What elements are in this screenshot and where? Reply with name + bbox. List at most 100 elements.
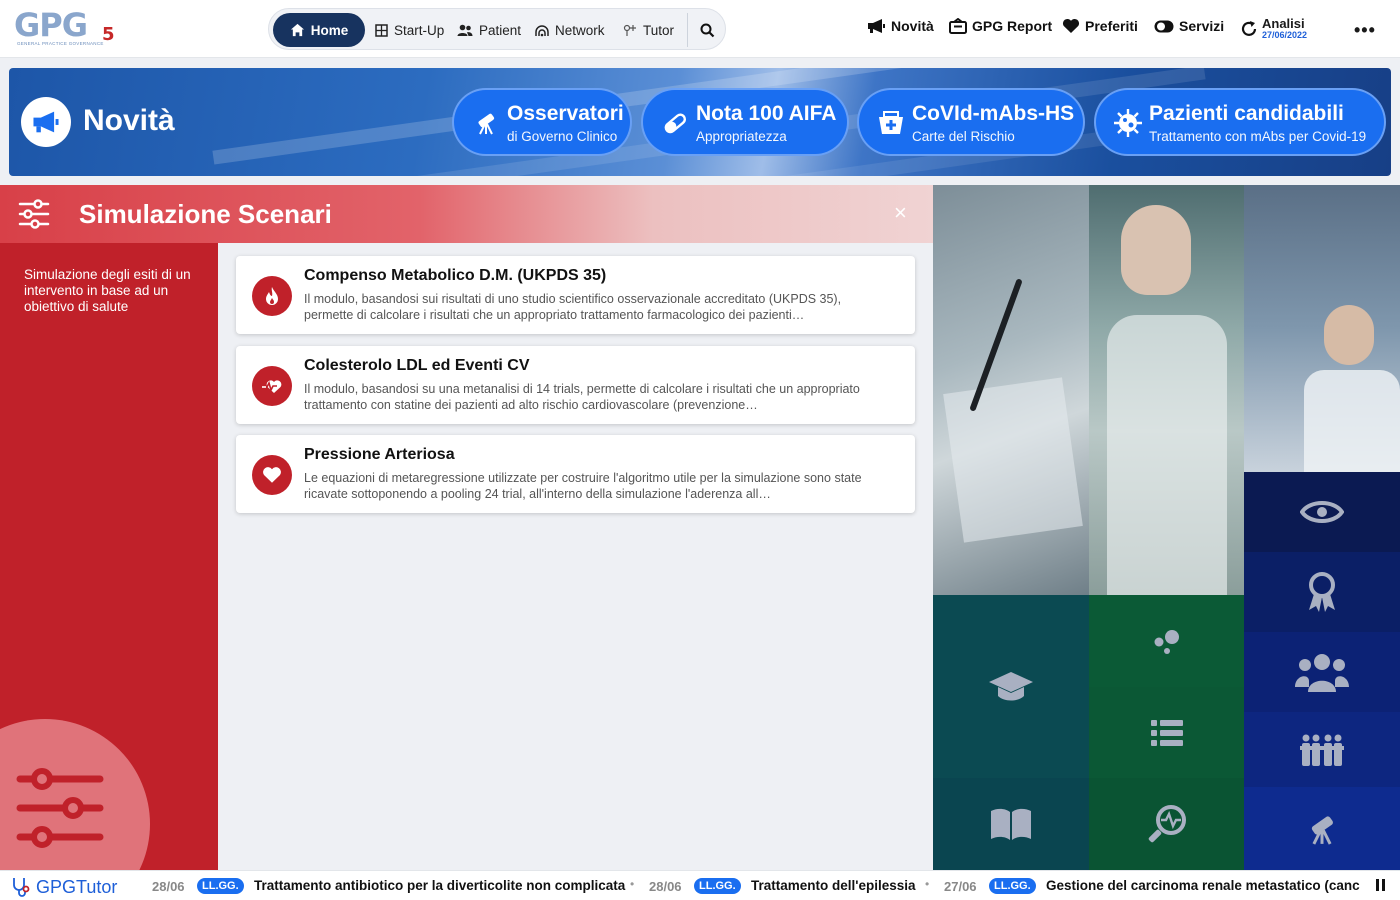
scenario-card[interactable]: Compenso Metabolico D.M. (UKPDS 35) Il m…	[236, 256, 915, 334]
book-icon	[991, 808, 1031, 840]
more-menu-button[interactable]: •••	[1354, 20, 1376, 41]
banner-pill-title: Nota 100 AIFA	[696, 102, 837, 125]
gpgtutor-logo[interactable]: GPGTutor	[10, 876, 117, 898]
nav-network[interactable]: Network	[535, 13, 605, 47]
megaphone-icon	[33, 111, 59, 133]
search-pulse-icon	[1148, 805, 1186, 843]
section-title: Simulazione Scenari	[79, 199, 332, 229]
tile-eye[interactable]	[1244, 472, 1400, 552]
doctors-photo	[1244, 185, 1400, 472]
banner-pill-title: CoVId-mAbs-HS	[912, 102, 1075, 125]
list-icon	[1150, 719, 1183, 746]
refresh-icon	[1241, 21, 1257, 36]
section-header: Simulazione Scenari ×	[0, 185, 933, 243]
nav-novita-label: Novità	[891, 18, 934, 34]
tile-library[interactable]	[933, 778, 1089, 870]
nav-startup-label: Start-Up	[394, 22, 445, 38]
report-icon	[949, 18, 967, 34]
ticker-badge: LL.GG.	[694, 878, 741, 894]
brand-text: GPGTutor	[36, 876, 118, 897]
close-button[interactable]: ×	[894, 202, 907, 224]
banner-pill-subtitle: Carte del Rischio	[912, 129, 1015, 144]
banner-nota-100[interactable]: Nota 100 AIFA Appropriatezza	[641, 88, 849, 156]
sliders-icon	[18, 199, 50, 229]
megaphone-icon	[868, 19, 885, 33]
tile-group[interactable]	[1244, 632, 1400, 712]
nav-tutor-label: Tutor	[643, 22, 675, 38]
nav-startup[interactable]: Start-Up	[375, 13, 444, 47]
banner-covid-mabs[interactable]: CoVId-mAbs-HS Carte del Rischio	[857, 88, 1085, 156]
scenario-card[interactable]: Colesterolo LDL ed Eventi CV Il modulo, …	[236, 346, 915, 424]
ticker-date: 28/06	[649, 879, 682, 894]
banner-osservatori[interactable]: Osservatori di Governo Clinico	[452, 88, 632, 156]
nav-gpg-report[interactable]: GPG Report	[949, 18, 1052, 34]
search-button[interactable]	[693, 13, 721, 47]
banner-pill-subtitle: Appropriatezza	[696, 129, 787, 144]
section-sidebar: Simulazione degli esiti di un intervento…	[0, 243, 218, 870]
news-ticker: GPGTutor 28/06 LL.GG. Trattamento antibi…	[0, 870, 1400, 900]
pause-button[interactable]	[1376, 879, 1385, 891]
tutor-icon	[623, 24, 636, 36]
search-icon	[700, 23, 714, 37]
flame-icon	[252, 276, 292, 316]
gpg-logo[interactable]: GPG 5 GENERAL PRACTICE GOVERNANCE	[14, 6, 116, 48]
tile-list[interactable]	[1089, 687, 1244, 778]
doctor-writing-photo	[933, 185, 1089, 595]
population-icon	[1300, 734, 1344, 766]
scenario-description: Il modulo, basandosi sui risultati di un…	[304, 292, 842, 322]
nav-tutor[interactable]: Tutor	[623, 13, 674, 47]
nav-home[interactable]: Home	[273, 13, 365, 47]
sliders-icon	[16, 768, 104, 848]
ticker-link[interactable]: Trattamento antibiotico per la divertico…	[254, 878, 625, 893]
stethoscope-icon	[13, 878, 30, 897]
ticker-separator: •	[925, 877, 930, 891]
banner-pazienti-candidabili[interactable]: Pazienti candidabili Trattamento con mAb…	[1094, 88, 1386, 156]
award-icon	[1309, 572, 1335, 612]
analisi-date: 27/06/2022	[1262, 30, 1308, 40]
top-navigation-bar: GPG 5 GENERAL PRACTICE GOVERNANCE Home S…	[0, 0, 1400, 58]
telescope-icon	[468, 105, 504, 141]
heart-pulse-icon	[252, 366, 292, 406]
grid-icon	[375, 23, 388, 37]
nav-preferiti[interactable]: Preferiti	[1062, 18, 1138, 34]
scenario-title: Compenso Metabolico D.M. (UKPDS 35)	[304, 267, 607, 284]
tile-education[interactable]	[933, 595, 1089, 778]
scenario-description: Le equazioni di metaregressione utilizza…	[304, 471, 862, 501]
section-description: Simulazione degli esiti di un intervento…	[24, 267, 191, 314]
banner-pill-subtitle: Trattamento con mAbs per Covid-19	[1149, 129, 1367, 144]
scenario-card[interactable]: Pressione Arteriosa Le equazioni di meta…	[236, 435, 915, 513]
pill-icon	[657, 105, 693, 141]
tile-bubbles[interactable]	[1089, 595, 1244, 687]
pause-icon	[1376, 879, 1379, 891]
nav-network-label: Network	[555, 22, 605, 38]
banner-pill-title: Osservatori	[507, 102, 624, 125]
analisi-label: Analisi	[1262, 16, 1305, 31]
pause-icon-bar	[1382, 879, 1385, 891]
nav-servizi[interactable]: Servizi	[1154, 18, 1224, 34]
nav-novita[interactable]: Novità	[867, 18, 934, 34]
tile-diagnostics[interactable]	[1089, 778, 1244, 870]
nav-patient[interactable]: Patient	[457, 13, 521, 47]
ticker-separator: •	[630, 877, 635, 891]
banner-pill-subtitle: di Governo Clinico	[507, 129, 618, 144]
tile-population[interactable]	[1244, 712, 1400, 787]
banner-title: Novità	[83, 104, 175, 137]
nav-gpg-report-label: GPG Report	[972, 18, 1053, 34]
telescope-icon	[1311, 815, 1333, 845]
novita-logo	[21, 97, 71, 147]
users-icon	[457, 24, 473, 36]
scenarios-list: Compenso Metabolico D.M. (UKPDS 35) Il m…	[218, 243, 933, 870]
bubbles-icon	[1154, 630, 1179, 654]
graduation-cap-icon	[989, 671, 1033, 700]
logo-number: 5	[102, 24, 115, 45]
tile-award[interactable]	[1244, 552, 1400, 632]
scenario-description: Il modulo, basandosi su una metanalisi d…	[304, 382, 860, 412]
ticker-link[interactable]: Trattamento dell'epilessia	[751, 878, 916, 893]
tile-telescope[interactable]	[1244, 787, 1400, 870]
group-icon	[1295, 654, 1349, 692]
heart-icon	[252, 455, 292, 495]
eye-icon	[1300, 501, 1344, 523]
ticker-link[interactable]: Gestione del carcinoma renale metastatic…	[1046, 878, 1360, 893]
ticker-badge: LL.GG.	[989, 878, 1036, 894]
doctor-photo	[1089, 185, 1245, 595]
